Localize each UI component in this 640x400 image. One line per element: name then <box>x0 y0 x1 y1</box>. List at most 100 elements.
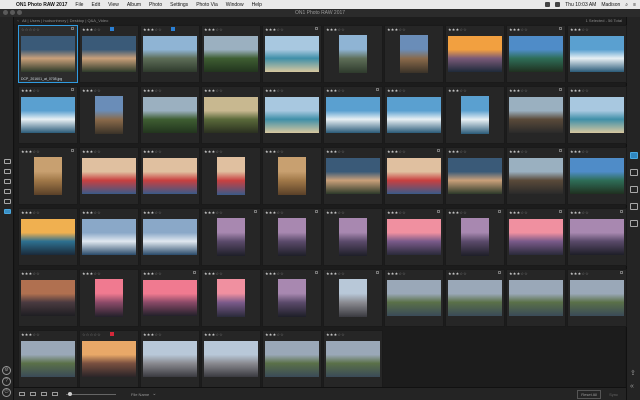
star-rating[interactable]: ★★★☆☆ <box>448 88 467 93</box>
photo-thumbnail[interactable]: ★★★☆☆ <box>262 330 322 388</box>
rail-effects-button[interactable] <box>629 186 639 200</box>
star-rating[interactable]: ★★★☆☆ <box>448 210 467 215</box>
select-checkbox[interactable] <box>620 271 623 274</box>
photo-thumbnail[interactable]: ★★★☆☆ <box>384 86 444 144</box>
photo-thumbnail[interactable]: ★★★☆☆ <box>506 86 566 144</box>
select-checkbox[interactable] <box>559 88 562 91</box>
star-rating[interactable]: ★★★☆☆ <box>570 210 589 215</box>
photo-thumbnail[interactable]: ☆☆☆☆☆ DCP_201601_at_0708.jpg <box>18 25 78 83</box>
reset-all-button[interactable]: Reset All <box>577 389 602 399</box>
photo-thumbnail[interactable]: ★★★☆☆ <box>506 208 566 266</box>
star-rating[interactable]: ★★★☆☆ <box>265 332 284 337</box>
star-rating[interactable]: ★★★☆☆ <box>143 27 162 32</box>
photo-thumbnail[interactable]: ★★★☆☆ <box>18 86 78 144</box>
menu-view[interactable]: View <box>104 2 123 8</box>
star-rating[interactable]: ★★★☆☆ <box>387 210 406 215</box>
slider-knob[interactable] <box>68 391 72 396</box>
chevron-down-icon[interactable]: ⌄ <box>152 391 156 397</box>
star-rating[interactable]: ★★★☆☆ <box>265 88 284 93</box>
user-name[interactable]: Madison <box>601 2 620 8</box>
menu-photo-via[interactable]: Photo Via <box>192 2 222 8</box>
star-rating[interactable]: ★★★☆☆ <box>265 149 284 154</box>
photo-thumbnail[interactable]: ★★★☆☆ <box>140 269 200 327</box>
star-rating[interactable]: ★★★☆☆ <box>509 27 528 32</box>
photo-thumbnail[interactable]: ★★★☆☆ <box>140 25 200 83</box>
effects-module-button[interactable] <box>2 177 12 186</box>
star-rating[interactable]: ★★★☆☆ <box>204 271 223 276</box>
select-checkbox[interactable] <box>498 210 501 213</box>
star-rating[interactable]: ★★★☆☆ <box>326 271 345 276</box>
photo-thumbnail[interactable]: ★★★☆☆ <box>201 208 261 266</box>
photo-thumbnail[interactable]: ★★★☆☆ <box>79 208 139 266</box>
menu-settings[interactable]: Settings <box>166 2 192 8</box>
browse-module-button[interactable] <box>2 157 12 166</box>
star-rating[interactable]: ★★★☆☆ <box>326 88 345 93</box>
star-rating[interactable]: ★★★☆☆ <box>570 149 589 154</box>
photo-thumbnail[interactable]: ★★★☆☆ <box>506 269 566 327</box>
photo-thumbnail[interactable]: ★★★☆☆ <box>384 25 444 83</box>
photo-thumbnail[interactable]: ★★★☆☆ <box>201 86 261 144</box>
select-checkbox[interactable] <box>193 271 196 274</box>
photo-thumbnail[interactable]: ★★★☆☆ <box>506 147 566 205</box>
photo-thumbnail[interactable]: ☆☆☆☆☆ <box>79 330 139 388</box>
select-checkbox[interactable] <box>559 27 562 30</box>
photo-thumbnail[interactable]: ★★★☆☆ <box>445 86 505 144</box>
star-rating[interactable]: ★★★☆☆ <box>82 149 101 154</box>
star-rating[interactable]: ★★★☆☆ <box>143 271 162 276</box>
star-rating[interactable]: ★★★☆☆ <box>204 27 223 32</box>
breadcrumb[interactable]: All | Users | hudsonhecry | Desktop | Q&… <box>22 18 108 23</box>
photo-thumbnail[interactable]: ★★★☆☆ <box>18 208 78 266</box>
star-rating[interactable]: ★★★☆☆ <box>387 88 406 93</box>
photo-thumbnail[interactable]: ★★★☆☆ <box>445 147 505 205</box>
photo-thumbnail[interactable]: ★★★☆☆ <box>567 25 627 83</box>
resize-module-button[interactable] <box>2 197 12 206</box>
menu-file[interactable]: File <box>71 2 87 8</box>
star-rating[interactable]: ★★★☆☆ <box>387 27 406 32</box>
rail-layers-button[interactable] <box>629 203 639 217</box>
share-icon[interactable]: ⇪ <box>630 369 636 377</box>
back-arrow-icon[interactable]: ‹ <box>14 18 22 23</box>
photo-thumbnail[interactable]: ★★★☆☆ <box>323 269 383 327</box>
photo-thumbnail[interactable]: ★★★☆☆ <box>323 330 383 388</box>
select-checkbox[interactable] <box>559 210 562 213</box>
star-rating[interactable]: ★★★☆☆ <box>570 27 589 32</box>
star-rating[interactable]: ★★★☆☆ <box>21 271 40 276</box>
photo-thumbnail[interactable]: ★★★☆☆ <box>384 208 444 266</box>
photo-thumbnail[interactable]: ★★★☆☆ <box>18 330 78 388</box>
star-rating[interactable]: ★★★☆☆ <box>326 210 345 215</box>
photo-thumbnail[interactable]: ★★★☆☆ <box>18 147 78 205</box>
smart-photo-module-button[interactable] <box>2 207 12 216</box>
photo-thumbnail[interactable]: ★★★☆☆ <box>79 269 139 327</box>
photo-thumbnail[interactable]: ★★★☆☆ <box>567 208 627 266</box>
star-rating[interactable]: ★★★☆☆ <box>265 210 284 215</box>
star-rating[interactable]: ★★★☆☆ <box>21 88 40 93</box>
star-rating[interactable]: ★★★☆☆ <box>21 210 40 215</box>
photo-thumbnail[interactable]: ★★★☆☆ <box>445 25 505 83</box>
power-icon[interactable]: ⏻ <box>2 388 11 397</box>
star-rating[interactable]: ★★★☆☆ <box>204 332 223 337</box>
photo-thumbnail[interactable]: ★★★☆☆ <box>262 25 322 83</box>
photo-thumbnail[interactable]: ★★★☆☆ <box>323 86 383 144</box>
photo-thumbnail[interactable]: ★★★☆☆ <box>567 147 627 205</box>
select-checkbox[interactable] <box>315 210 318 213</box>
select-checkbox[interactable] <box>315 271 318 274</box>
photo-thumbnail[interactable]: ★★★☆☆ <box>262 208 322 266</box>
select-checkbox[interactable] <box>620 210 623 213</box>
star-rating[interactable]: ★★★☆☆ <box>509 271 528 276</box>
star-rating[interactable]: ★★★☆☆ <box>509 149 528 154</box>
collapse-panel-icon[interactable]: « <box>630 383 634 390</box>
star-rating[interactable]: ★★★☆☆ <box>82 271 101 276</box>
photo-thumbnail[interactable]: ★★★☆☆ <box>201 25 261 83</box>
photo-thumbnail[interactable]: ★★★☆☆ <box>201 147 261 205</box>
photo-thumbnail[interactable]: ★★★☆☆ <box>79 86 139 144</box>
compare-view-button[interactable] <box>52 392 58 396</box>
detail-view-button[interactable] <box>41 392 47 396</box>
star-rating[interactable]: ★★★☆☆ <box>448 271 467 276</box>
star-rating[interactable]: ★★★☆☆ <box>143 210 162 215</box>
star-rating[interactable]: ★★★☆☆ <box>21 149 40 154</box>
star-rating[interactable]: ★★★☆☆ <box>82 210 101 215</box>
star-rating[interactable]: ★★★☆☆ <box>204 149 223 154</box>
photo-thumbnail[interactable]: ★★★☆☆ <box>79 25 139 83</box>
photo-thumbnail[interactable]: ★★★☆☆ <box>140 330 200 388</box>
select-checkbox[interactable] <box>437 210 440 213</box>
